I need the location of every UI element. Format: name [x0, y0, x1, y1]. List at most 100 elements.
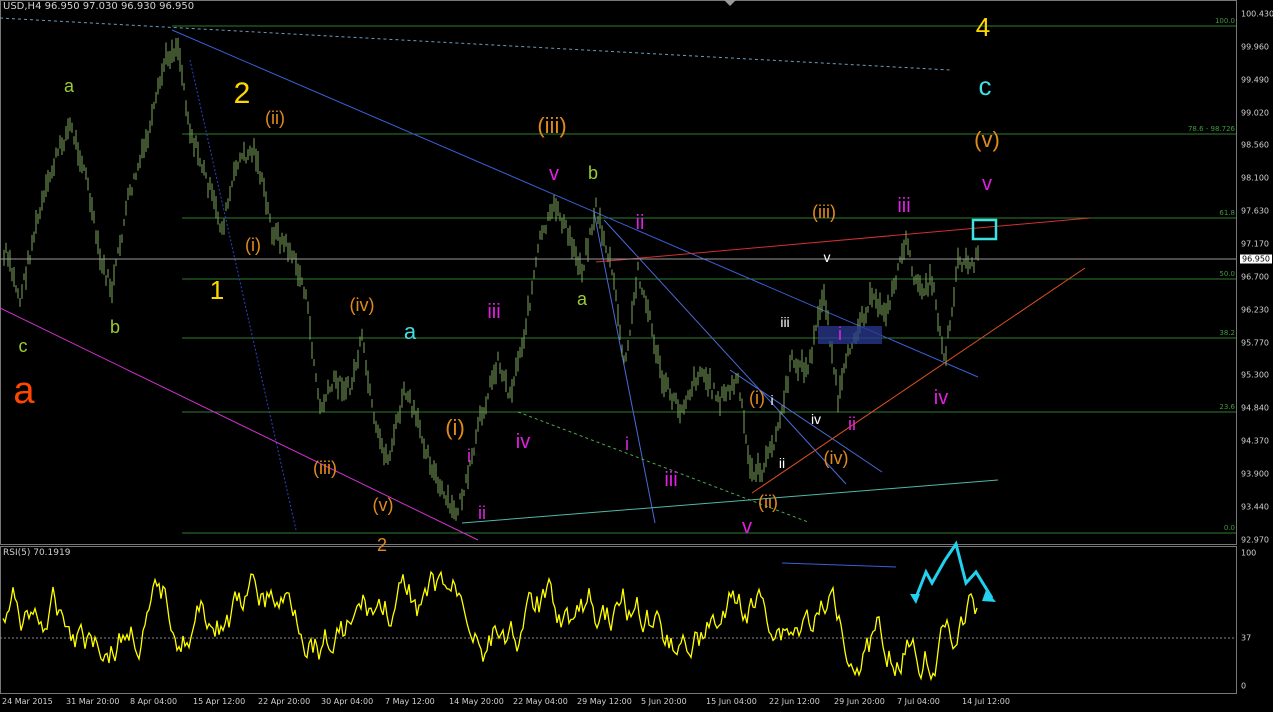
wave-label: v — [982, 173, 992, 195]
wave-label: iv — [933, 387, 949, 409]
wave-label: c — [18, 336, 28, 356]
wave-label: ii — [635, 212, 645, 234]
rsi-header: RSI(5) 70.1919 — [3, 548, 71, 558]
rsi-panel-frame — [0, 546, 1237, 694]
rsi-arrow-head-start — [910, 594, 920, 604]
time-tick: 24 Mar 2015 — [2, 697, 53, 706]
target-box[interactable] — [971, 218, 998, 241]
time-tick: 29 May 12:00 — [577, 697, 632, 706]
price-tick: 95.300 — [1241, 370, 1269, 380]
trendline-cyan-base — [461, 479, 999, 524]
wave-label: (ii) — [265, 108, 285, 128]
wave-label: i — [838, 324, 842, 344]
price-tick: 94.840 — [1241, 403, 1269, 413]
wave-label: iii — [487, 301, 501, 323]
wave-label: i — [625, 434, 629, 454]
wave-label: a — [13, 370, 35, 412]
price-tick: 99.490 — [1241, 75, 1269, 85]
price-tick: 99.960 — [1241, 42, 1269, 52]
wave-label: (v) — [372, 495, 394, 515]
wave-label: 2 — [233, 77, 251, 110]
rsi-tick: 100 — [1241, 548, 1257, 558]
time-tick: 22 Apr 20:00 — [258, 697, 311, 706]
wave-label: iv — [515, 431, 531, 453]
main-panel-frame — [0, 0, 1237, 545]
wave-label: (ii) — [758, 492, 778, 512]
wave-label: a — [63, 76, 75, 96]
wave-label: v — [549, 163, 559, 185]
time-tick: 14 Jul 12:00 — [962, 697, 1010, 706]
time-tick: 22 Jun 12:00 — [769, 697, 820, 706]
time-tick: 5 Jun 20:00 — [641, 697, 687, 706]
rsi-divergence-line — [781, 562, 897, 568]
trendline-blue-long — [171, 29, 979, 378]
wave-label: (iii) — [537, 113, 567, 138]
price-tick: 93.440 — [1241, 502, 1269, 512]
fib-level-label: 78.6 - 98.726 — [1187, 125, 1235, 133]
fib-level-label: 38.2 — [1219, 329, 1235, 337]
wave-label: ii — [848, 414, 856, 434]
support-zone — [818, 326, 882, 344]
window-top-marker — [724, 0, 736, 6]
wave-label: i — [770, 392, 774, 408]
wave-label: i — [467, 446, 471, 466]
time-tick: 22 May 04:00 — [513, 697, 568, 706]
trendline-red-upper — [595, 217, 1091, 263]
price-tick: 93.900 — [1241, 469, 1269, 479]
time-tick: 8 Apr 04:00 — [130, 697, 178, 706]
fib-level-label: 0.0 — [1223, 524, 1235, 532]
wave-label: a — [576, 289, 588, 309]
wave-label: (i) — [245, 235, 261, 255]
wave-label: v — [823, 249, 831, 265]
price-tick: 100.430 — [1241, 9, 1273, 19]
wave-label: (i) — [445, 415, 465, 440]
wave-label: (v) — [974, 127, 1000, 152]
fib-level-label: 61.8 — [1219, 209, 1235, 217]
wave-label: (iv) — [823, 448, 849, 468]
wave-label: 1 — [209, 275, 225, 305]
price-tick: 96.700 — [1241, 272, 1269, 282]
wave-label: (i) — [749, 388, 765, 408]
trendline-dotted-blue-1 — [189, 59, 297, 531]
time-tick: 7 Jul 04:00 — [897, 697, 940, 706]
wave-label: 2 — [376, 535, 388, 555]
chart-canvas[interactable] — [0, 0, 1273, 712]
price-tick: 98.560 — [1241, 140, 1269, 150]
wave-label: ii — [478, 503, 486, 523]
rsi-tick: 37 — [1241, 633, 1252, 643]
time-tick: 7 May 12:00 — [385, 697, 435, 706]
fib-level-label: 50.0 — [1219, 270, 1235, 278]
fib-level-label: 23.6 — [1219, 403, 1235, 411]
price-tick: 94.370 — [1241, 436, 1269, 446]
wave-label: iv — [810, 411, 822, 427]
wave-label: v — [742, 516, 752, 538]
wave-label: (iii) — [812, 202, 836, 222]
symbol-header: USD,H4 96.950 97.030 96.930 96.950 — [3, 1, 195, 12]
rsi-cyan-arrow-path — [913, 540, 994, 601]
time-tick: 15 Jun 04:00 — [706, 697, 757, 706]
price-tick: 95.770 — [1241, 338, 1269, 347]
price-tick: 92.970 — [1241, 535, 1269, 545]
time-tick: 29 Jun 20:00 — [834, 697, 885, 706]
wave-label: b — [587, 163, 599, 183]
price-tick: 96.230 — [1241, 305, 1269, 315]
wave-label: iii — [780, 314, 790, 330]
rsi-tick: 0 — [1241, 681, 1247, 691]
time-tick: 30 Apr 04:00 — [321, 697, 374, 706]
current-price-tag: 96.950 — [1240, 254, 1272, 264]
wave-label: ii — [778, 455, 786, 471]
wave-label: b — [109, 317, 121, 337]
time-tick: 31 Mar 20:00 — [66, 697, 120, 706]
wave-label: 4 — [975, 12, 991, 42]
price-tick: 97.170 — [1241, 239, 1269, 249]
wave-label: (iv) — [349, 295, 375, 315]
wave-label: c — [978, 71, 992, 101]
time-tick: 14 May 20:00 — [449, 697, 504, 706]
fib-level-label: 100.0 — [1214, 17, 1235, 25]
price-tick: 99.020 — [1241, 108, 1269, 118]
fibonacci-lines — [172, 25, 1236, 534]
price-tick: 97.630 — [1241, 206, 1269, 216]
wave-label: a — [403, 319, 417, 344]
wave-label: (iii) — [313, 458, 337, 478]
rsi-line — [2, 570, 978, 682]
